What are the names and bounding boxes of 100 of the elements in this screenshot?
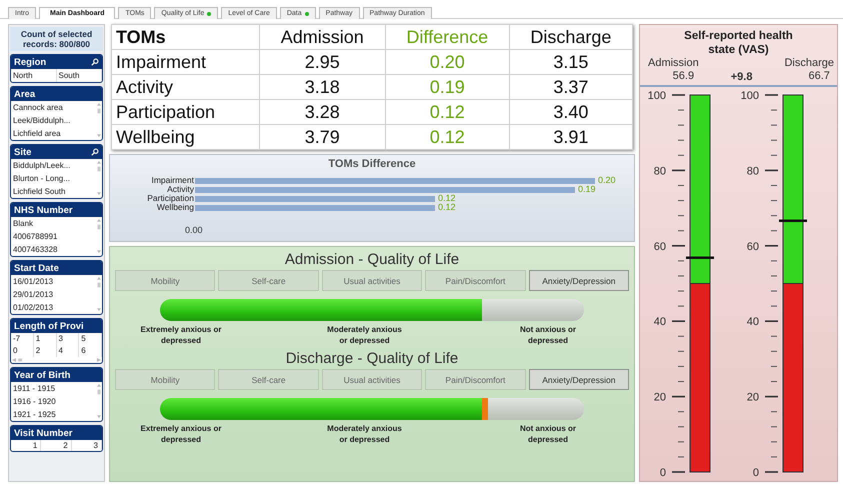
filter-item[interactable]: 1921 - 1925 [11, 408, 96, 422]
section-title: Discharge - Quality of Life [284, 350, 460, 367]
tick-label: 20 [654, 392, 666, 404]
table-cell: 2.95 [259, 50, 386, 74]
dimension-button[interactable]: Mobility [115, 270, 216, 291]
dimension-button[interactable]: Usual activities [322, 270, 422, 291]
filter-item[interactable]: Blank [11, 217, 96, 230]
filter-item[interactable]: 29/01/2013 [11, 288, 96, 302]
tick-label: 40 [747, 316, 760, 328]
scale-label: Extremely anxious or depressed [140, 324, 222, 346]
scrollbar[interactable] [96, 217, 102, 256]
filter-item[interactable]: -7 [11, 333, 34, 346]
filter-title: Site [14, 146, 32, 158]
dimension-button[interactable]: Mobility [115, 369, 216, 390]
filter-item[interactable]: Lichfield South [11, 185, 96, 198]
column-header: Difference [385, 24, 510, 50]
value-label: 0.20 [598, 176, 616, 185]
column-header: Admission [259, 24, 386, 50]
table-cell: 3.15 [509, 50, 632, 74]
filter-item[interactable]: Biddulph/Leek... [11, 159, 96, 172]
tick-label: 0 [753, 467, 760, 479]
column-header: TOMs [112, 24, 260, 50]
gauge-label: Admission [648, 57, 699, 70]
tick-label: 60 [747, 240, 760, 253]
filter-item[interactable]: 1 [34, 333, 56, 346]
table-cell: 3.40 [509, 100, 632, 124]
filter-item[interactable]: North [11, 69, 56, 82]
category-label: Wellbeing [156, 203, 194, 212]
filter-item[interactable]: 2 [41, 440, 72, 452]
filter-item[interactable]: Leek/Biddulph... [11, 114, 96, 128]
value-label: 0.12 [438, 203, 456, 212]
filter-item[interactable]: 16/01/2013 [11, 275, 96, 288]
category-label: Participation [146, 194, 194, 203]
filter-title: Visit Number [14, 428, 72, 439]
filter-title: Start Date [14, 262, 59, 274]
dimension-button[interactable]: Pain/Discomfort [425, 369, 526, 390]
difference-value: +9.8 [730, 71, 752, 83]
chart-title: TOMs Difference [327, 158, 417, 170]
table-cell: Wellbeing [112, 124, 260, 150]
filter-item[interactable]: South [56, 69, 102, 82]
table-cell: 3.91 [509, 124, 632, 150]
filter-item[interactable]: 0 [11, 345, 34, 358]
scrollbar[interactable] [96, 159, 102, 198]
dimension-button[interactable]: Anxiety/Depression [528, 270, 630, 291]
dimension-button[interactable]: Self-care [218, 270, 319, 291]
category-label: Impairment [150, 176, 194, 185]
filter-item[interactable]: 5 [79, 333, 102, 346]
filter-item[interactable]: Blurton - Long... [11, 172, 96, 186]
section-title: Admission - Quality of Life [284, 251, 460, 268]
filter-item[interactable]: Cannock area [11, 101, 96, 114]
tick-label: 20 [747, 392, 760, 404]
change-marker [482, 398, 488, 420]
dimension-button[interactable]: Anxiety/Depression [528, 369, 630, 390]
category-label: Activity [167, 185, 194, 194]
scrollbar[interactable] [96, 101, 102, 140]
dimension-button[interactable]: Self-care [218, 369, 319, 390]
filter-item[interactable]: 1911 - 1915 [11, 382, 96, 396]
scrollbar[interactable] [96, 275, 102, 314]
filter-item[interactable]: 4 [56, 345, 80, 358]
filter-item[interactable]: 6 [79, 345, 102, 358]
status-dot-icon [304, 12, 309, 16]
filter-item[interactable]: 3 [56, 333, 80, 346]
table-cell: 0.12 [385, 100, 510, 124]
table-cell: 0.20 [385, 50, 510, 74]
filter-item[interactable]: Lichfield area [11, 127, 96, 140]
gauge-label: Discharge [784, 57, 834, 70]
tick-label: 80 [654, 165, 666, 178]
scale-label: Moderately anxious or depressed [326, 423, 403, 445]
tick-label: 0 [660, 467, 666, 479]
filter-item[interactable]: 3 [72, 440, 102, 452]
table-cell: 0.12 [385, 124, 510, 150]
filter-item[interactable]: 2 [34, 345, 56, 358]
search-icon[interactable] [91, 148, 99, 156]
filter-item[interactable]: 1916 - 1920 [11, 395, 96, 408]
scale-label: Extremely anxious or depressed [140, 423, 222, 445]
search-icon[interactable] [91, 58, 99, 66]
panel-title: Self-reported health state (VAS) [683, 29, 794, 57]
table-cell: 3.28 [259, 100, 386, 124]
filter-item[interactable]: 4007463328 [11, 243, 96, 256]
record-count: Count of selected records: 800/800 [10, 27, 103, 52]
filter-title: NHS Number [14, 204, 73, 216]
scrollbar[interactable] [96, 382, 102, 420]
dimension-button[interactable]: Usual activities [322, 369, 422, 390]
filter-title: Region [14, 56, 46, 68]
filter-title: Length of Provi [14, 320, 84, 332]
tick-label: 100 [647, 90, 666, 102]
dimension-button[interactable]: Pain/Discomfort [425, 270, 526, 291]
table-cell: Impairment [112, 50, 260, 74]
filter-title: Year of Birth [14, 370, 70, 381]
value-label: 0.19 [578, 185, 596, 194]
filter-item[interactable]: 4006788991 [11, 230, 96, 244]
value-label: 0.12 [438, 194, 456, 203]
status-dot-icon [207, 12, 212, 16]
scrollbar[interactable] [11, 357, 102, 364]
tick-label: 80 [747, 165, 760, 178]
axis-label: 0.00 [185, 225, 203, 235]
tick-label: 100 [740, 90, 760, 102]
filter-item[interactable]: 1 [11, 440, 42, 452]
filter-item[interactable]: 01/02/2013 [11, 301, 96, 314]
gauge-value: 66.7 [808, 70, 830, 83]
